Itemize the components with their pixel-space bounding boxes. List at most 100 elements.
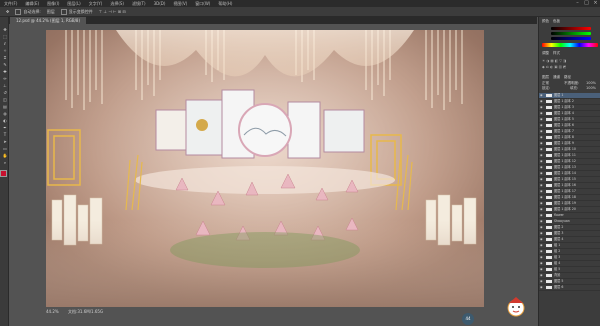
eye-icon[interactable]: ◉ — [540, 237, 544, 242]
eye-icon[interactable]: ◉ — [540, 243, 544, 248]
close-icon[interactable]: × — [591, 0, 600, 7]
layer-row[interactable]: ◉ 图层 6 — [539, 285, 600, 291]
zoom-badge[interactable]: 44 — [462, 313, 474, 325]
eye-icon[interactable]: ◉ — [540, 195, 544, 200]
tab-styles[interactable]: 样式 — [553, 51, 560, 56]
shape-tool-icon[interactable]: ▭ — [2, 146, 8, 151]
maximize-icon[interactable]: □ — [582, 0, 591, 7]
dodge-tool-icon[interactable]: ◐ — [2, 118, 8, 123]
brush-tool-icon[interactable]: ✏ — [2, 76, 8, 81]
eye-icon[interactable]: ◉ — [540, 123, 544, 128]
eye-icon[interactable]: ◉ — [540, 249, 544, 254]
layer-thumbnail — [546, 274, 552, 277]
eye-icon[interactable]: ◉ — [540, 261, 544, 266]
menu-image[interactable]: 图像(I) — [43, 0, 63, 7]
menu-layer[interactable]: 图层(L) — [63, 0, 84, 7]
foreground-color-swatch[interactable] — [0, 170, 7, 177]
eye-icon[interactable]: ◉ — [540, 225, 544, 230]
align-icons[interactable]: ⊤ ⊥ ⊣ ⊢ ⊞ ⊟ — [99, 9, 126, 14]
eye-icon[interactable]: ◉ — [540, 141, 544, 146]
type-tool-icon[interactable]: T — [2, 132, 8, 137]
move-tool-icon[interactable]: ✥ — [6, 9, 9, 14]
eye-icon[interactable]: ◉ — [540, 159, 544, 164]
eye-icon[interactable]: ◉ — [540, 99, 544, 104]
tab-color[interactable]: 颜色 — [542, 19, 549, 24]
blur-tool-icon[interactable]: ◍ — [2, 111, 8, 116]
red-slider[interactable] — [551, 27, 591, 30]
layer-thumbnail — [546, 286, 552, 289]
adjustment-icons-2[interactable]: ◆ ⚖ ◐ ▣ ▥ ◩ — [542, 65, 566, 70]
eye-icon[interactable]: ◉ — [540, 165, 544, 170]
move-tool-icon[interactable]: ✥ — [2, 27, 8, 32]
tab-layers[interactable]: 图层 — [542, 75, 549, 80]
zoom-readout[interactable]: 44.2% — [46, 309, 59, 314]
crop-tool-icon[interactable]: ⌗ — [2, 55, 8, 60]
eye-icon[interactable]: ◉ — [540, 219, 544, 224]
path-select-tool-icon[interactable]: ➤ — [2, 139, 8, 144]
transform-controls-checkbox[interactable]: 显示变换控件 — [60, 8, 93, 15]
eye-icon[interactable]: ◉ — [540, 183, 544, 188]
layer-name: 图层 1 副本 15 — [554, 177, 576, 181]
eyedropper-tool-icon[interactable]: ✎ — [2, 62, 8, 67]
tab-paths[interactable]: 路径 — [564, 75, 571, 80]
eye-icon[interactable]: ◉ — [540, 93, 544, 98]
eye-icon[interactable]: ◉ — [540, 105, 544, 110]
tab-swatches[interactable]: 色板 — [553, 19, 560, 24]
stamp-tool-icon[interactable]: ⊥ — [2, 83, 8, 88]
document-canvas[interactable] — [46, 30, 484, 307]
eye-icon[interactable]: ◉ — [540, 177, 544, 182]
green-slider[interactable] — [551, 32, 591, 35]
color-ramp[interactable] — [542, 43, 598, 47]
eye-icon[interactable]: ◉ — [540, 135, 544, 140]
menu-file[interactable]: 文件(F) — [0, 0, 21, 7]
menu-window[interactable]: 窗口(W) — [191, 0, 214, 7]
menu-type[interactable]: 文字(Y) — [85, 0, 107, 7]
adjustment-icons[interactable]: ☀ ◑ ▦ ◧ ▽ ◨ — [542, 59, 566, 64]
layer-select-dropdown[interactable]: 图层 — [47, 9, 55, 15]
menu-help[interactable]: 帮助(H) — [214, 0, 236, 7]
eye-icon[interactable]: ◉ — [540, 213, 544, 218]
history-brush-icon[interactable]: ↺ — [2, 90, 8, 95]
eye-icon[interactable]: ◉ — [540, 255, 544, 260]
menu-edit[interactable]: 编辑(E) — [21, 0, 43, 7]
document-tab[interactable]: 12.psd @ 44.2% (图层 1, RGB/8) — [10, 17, 87, 24]
menu-filter[interactable]: 滤镜(T) — [128, 0, 150, 7]
menu-view[interactable]: 视图(V) — [169, 0, 191, 7]
eye-icon[interactable]: ◉ — [540, 171, 544, 176]
gradient-tool-icon[interactable]: ▤ — [2, 104, 8, 109]
eye-icon[interactable]: ◉ — [540, 201, 544, 206]
eye-icon[interactable]: ◉ — [540, 279, 544, 284]
marquee-tool-icon[interactable]: ⬚ — [2, 34, 8, 39]
pen-tool-icon[interactable]: ✒ — [2, 125, 8, 130]
minimize-icon[interactable]: – — [573, 0, 582, 7]
layer-name: 图层 1 副本 18 — [554, 195, 576, 199]
blue-slider[interactable] — [551, 37, 591, 40]
eye-icon[interactable]: ◉ — [540, 117, 544, 122]
eye-icon[interactable]: ◉ — [540, 285, 544, 290]
tab-bar — [9, 17, 537, 24]
eye-icon[interactable]: ◉ — [540, 267, 544, 272]
eye-icon[interactable]: ◉ — [540, 231, 544, 236]
zoom-tool-icon[interactable]: ⌕ — [2, 160, 8, 165]
eye-icon[interactable]: ◉ — [540, 153, 544, 158]
menu-3d[interactable]: 3D(D) — [150, 0, 170, 7]
eye-icon[interactable]: ◉ — [540, 111, 544, 116]
eye-icon[interactable]: ◉ — [540, 207, 544, 212]
eye-icon[interactable]: ◉ — [540, 129, 544, 134]
healing-tool-icon[interactable]: ✚ — [2, 69, 8, 74]
layer-name: 背景 — [554, 273, 561, 277]
tab-channels[interactable]: 通道 — [553, 75, 560, 80]
layer-name: 图层 5 — [554, 279, 564, 283]
lasso-tool-icon[interactable]: ℓ — [2, 41, 8, 46]
menu-select[interactable]: 选择(S) — [106, 0, 128, 7]
eye-icon[interactable]: ◉ — [540, 147, 544, 152]
eye-icon[interactable]: ◉ — [540, 189, 544, 194]
hand-tool-icon[interactable]: ✋ — [2, 153, 8, 158]
eye-icon[interactable]: ◉ — [540, 273, 544, 278]
auto-select-checkbox[interactable]: 自动选择: — [15, 8, 41, 15]
layer-name: 组 1 — [554, 243, 561, 247]
tab-adjustments[interactable]: 调整 — [542, 51, 549, 56]
quick-select-tool-icon[interactable]: ✧ — [2, 48, 8, 53]
eraser-tool-icon[interactable]: ◫ — [2, 97, 8, 102]
fill-input[interactable]: 100% — [586, 86, 596, 91]
